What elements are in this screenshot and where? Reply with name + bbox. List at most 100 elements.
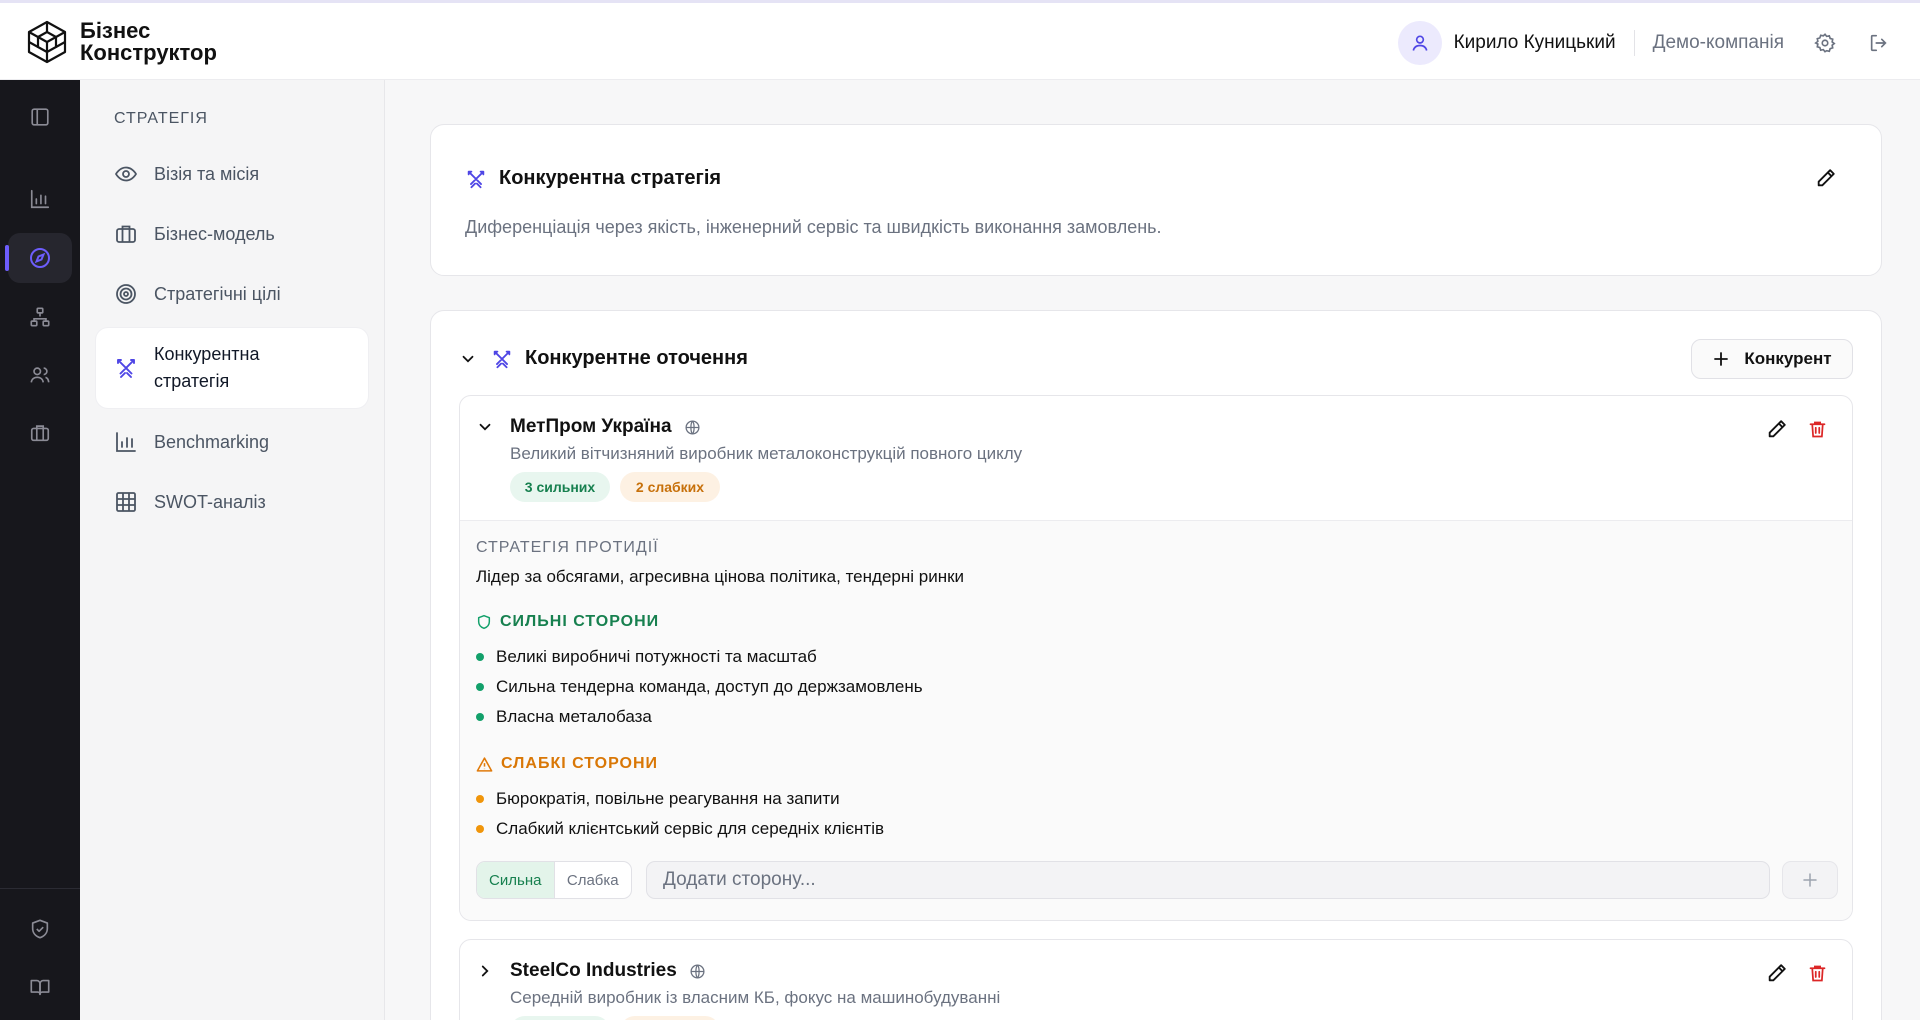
strategy-sidebar: СТРАТЕГІЯ Візія та місія Бізнес-модель С… <box>80 80 385 1020</box>
globe-icon[interactable] <box>684 419 701 436</box>
rail-analytics[interactable] <box>8 174 72 224</box>
header-divider <box>1633 30 1635 56</box>
sidebar-item-label: SWOT-аналіз <box>154 491 266 512</box>
add-side-input[interactable] <box>646 861 1770 899</box>
cube-logo-icon <box>27 20 67 64</box>
gear-icon <box>1814 33 1836 53</box>
bullet-dot <box>476 653 484 661</box>
user-name[interactable]: Кирило Куницький <box>1454 32 1616 54</box>
sidebar-item-vision[interactable]: Візія та місія <box>96 146 368 202</box>
add-competitor-button[interactable]: Конкурент <box>1691 339 1853 379</box>
swords-icon <box>467 170 485 188</box>
rail-security[interactable] <box>8 904 72 954</box>
weaknesses-count-badge <box>620 1016 720 1020</box>
icon-rail <box>0 80 80 1020</box>
environment-title: Конкурентне оточення <box>525 347 748 369</box>
strength-text: Сильна тендерна команда, доступ до держз… <box>496 677 923 696</box>
plus-icon <box>1803 873 1817 887</box>
rail-strategy[interactable] <box>5 233 72 283</box>
delete-competitor-button[interactable] <box>1802 958 1832 988</box>
trash-icon <box>1809 421 1825 437</box>
app-logo[interactable]: Бізнес Конструктор <box>24 19 217 65</box>
strength-item[interactable]: Великі виробничі потужності та масштаб <box>476 647 817 667</box>
sidebar-item-label: Benchmarking <box>154 431 270 452</box>
add-side-button[interactable] <box>1782 861 1838 899</box>
weakness-item[interactable]: Слабкий клієнтський сервіс для середніх … <box>476 819 884 839</box>
strategy-title: Конкурентна стратегія <box>499 167 722 189</box>
pencil-icon <box>1817 169 1835 187</box>
chevron-right-icon[interactable] <box>476 962 494 980</box>
bullet-dot <box>476 825 484 833</box>
sidebar-item-business-model[interactable]: Бізнес-модель <box>96 206 368 262</box>
rail-org-structure[interactable] <box>8 292 72 342</box>
shield-icon <box>477 614 491 630</box>
rail-knowledge-base[interactable] <box>8 962 72 1012</box>
sidebar-section-title: СТРАТЕГІЯ <box>114 110 208 127</box>
add-competitor-label: Конкурент <box>1744 349 1832 368</box>
counter-strategy-label: СТРАТЕГІЯ ПРОТИДІЇ <box>476 539 659 556</box>
logout-button[interactable] <box>1866 30 1892 56</box>
edit-competitor-button[interactable] <box>1762 958 1792 988</box>
rail-users[interactable] <box>8 350 72 400</box>
org-structure-icon <box>30 307 50 327</box>
weaknesses-heading: СЛАБКІ СТОРОНИ <box>476 755 658 773</box>
side-type-toggle: Сильна Слабка <box>476 861 632 899</box>
competitor-card: SteelCo Industries Середній виробник із … <box>459 939 1853 1020</box>
logo-line-1: Бізнес <box>80 18 151 43</box>
logo-line-2: Конструктор <box>80 40 217 65</box>
weaknesses-count-badge: 2 слабких <box>620 472 720 502</box>
edit-competitor-button[interactable] <box>1762 414 1792 444</box>
edit-strategy-button[interactable] <box>1811 163 1841 193</box>
chevron-down-icon[interactable] <box>459 350 477 368</box>
pencil-icon <box>1768 420 1786 438</box>
rail-divider <box>0 888 80 889</box>
weakness-text: Слабкий клієнтський сервіс для середніх … <box>496 819 885 838</box>
toggle-weak-option[interactable]: Слабка <box>553 862 632 898</box>
target-icon <box>116 284 136 304</box>
sidebar-item-strategic-goals[interactable]: Стратегічні цілі <box>96 266 368 322</box>
sidebar-item-swot[interactable]: SWOT-аналіз <box>96 474 368 530</box>
sidebar-item-label: Бізнес-модель <box>154 223 275 244</box>
bullet-dot <box>476 713 484 721</box>
delete-competitor-button[interactable] <box>1802 414 1832 444</box>
user-area: Кирило Куницький Демо-компанія <box>1397 21 1892 65</box>
user-icon <box>1412 35 1428 51</box>
weaknesses-label: СЛАБКІ СТОРОНИ <box>501 755 659 772</box>
sidebar-item-competitive-strategy[interactable]: Конкурентна стратегія <box>96 328 368 408</box>
logout-icon <box>1870 34 1887 52</box>
weakness-item[interactable]: Бюрократія, повільне реагування на запит… <box>476 789 840 809</box>
sidebar-item-benchmarking[interactable]: Benchmarking <box>96 414 368 470</box>
compass-icon <box>30 248 50 268</box>
company-selector[interactable]: Демо-компанія <box>1653 32 1784 54</box>
competitive-environment-card: Конкурентне оточення Конкурент МетПром У… <box>430 310 1882 1020</box>
briefcase-icon <box>30 425 50 442</box>
pencil-icon <box>1768 964 1786 982</box>
plus-icon <box>1714 352 1729 366</box>
strengths-label: СИЛЬНІ СТОРОНИ <box>500 613 660 630</box>
strength-item[interactable]: Сильна тендерна команда, доступ до держз… <box>476 677 923 697</box>
sidebar-item-label: Стратегічні цілі <box>154 283 281 304</box>
settings-button[interactable] <box>1812 30 1838 56</box>
toggle-strong-option[interactable]: Сильна <box>477 862 554 898</box>
strength-text: Власна металобаза <box>496 707 652 726</box>
globe-icon[interactable] <box>689 963 706 980</box>
competitor-details: СТРАТЕГІЯ ПРОТИДІЇ Лідер за обсягами, аг… <box>460 520 1852 920</box>
strengths-heading: СИЛЬНІ СТОРОНИ <box>476 613 659 631</box>
bullet-dot <box>476 795 484 803</box>
rail-portfolio[interactable] <box>8 408 72 458</box>
competitive-strategy-card: Конкурентна стратегія Диференціація чере… <box>430 124 1882 276</box>
strength-item[interactable]: Власна металобаза <box>476 707 652 727</box>
rail-sidebar-toggle[interactable] <box>8 92 72 142</box>
avatar[interactable] <box>1397 21 1442 65</box>
users-icon <box>30 367 50 383</box>
grid-icon <box>116 492 136 512</box>
top-bar: Бізнес Конструктор Кирило Куницький Демо… <box>0 0 1920 80</box>
bar-chart-icon <box>116 432 136 452</box>
competitor-description: Середній виробник із власним КБ, фокус н… <box>510 988 1001 1007</box>
competitor-name: МетПром Україна <box>510 416 672 437</box>
strengths-count-badge <box>510 1016 610 1020</box>
swords-icon <box>117 359 135 378</box>
chevron-down-icon[interactable] <box>476 418 494 436</box>
warning-icon <box>476 756 493 772</box>
counter-strategy-text: Лідер за обсягами, агресивна цінова полі… <box>476 567 965 586</box>
